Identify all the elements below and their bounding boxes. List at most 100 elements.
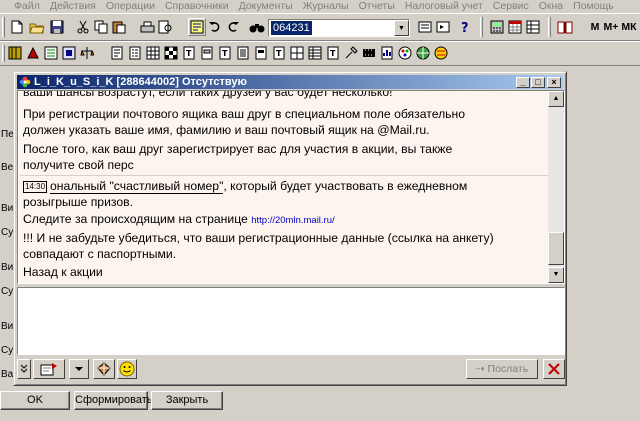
print-preview-icon[interactable] <box>156 18 174 36</box>
undo-icon[interactable] <box>206 18 224 36</box>
report-icon[interactable] <box>108 44 126 62</box>
chevron-down-icon[interactable] <box>69 359 89 379</box>
report-grid-icon[interactable] <box>144 44 162 62</box>
menu-tax[interactable]: Налоговый учет <box>399 0 487 12</box>
close-button[interactable]: Закрыть <box>151 391 223 410</box>
balance-icon[interactable] <box>78 44 96 62</box>
message-separator <box>20 175 548 176</box>
message-type-icon[interactable] <box>33 359 65 379</box>
message-history[interactable]: ваши шансы возрастут, если таких друзей … <box>17 90 565 284</box>
toolbar-grip[interactable] <box>548 17 551 37</box>
save-icon[interactable] <box>48 18 66 36</box>
internet-icon[interactable] <box>432 44 450 62</box>
toolbar-grip[interactable] <box>2 17 5 37</box>
globe-icon[interactable] <box>414 44 432 62</box>
text-doc-3-icon[interactable]: T <box>270 44 288 62</box>
menu-help[interactable]: Помощь <box>567 0 618 12</box>
menu-documents[interactable]: Документы <box>233 0 297 12</box>
calculator-icon[interactable] <box>488 18 506 36</box>
print-icon[interactable] <box>138 18 156 36</box>
message-line: должен указать ваше имя, фамилию и ваш п… <box>23 123 430 137</box>
scroll-thumb[interactable] <box>548 232 564 265</box>
search-next-icon[interactable] <box>434 18 452 36</box>
message-line: Следите за происходящим на странице http… <box>23 212 335 228</box>
calendar-grid-icon[interactable] <box>506 18 524 36</box>
journal-icon[interactable] <box>6 44 24 62</box>
list-doc-icon[interactable] <box>234 44 252 62</box>
message-line: Назад к акции <box>23 265 103 279</box>
open-folder-icon[interactable] <box>28 18 46 36</box>
message-toolbar: ⇢ Послать <box>17 358 565 382</box>
table-icon[interactable] <box>524 18 542 36</box>
chevron-down-icon[interactable]: ▼ <box>394 20 409 36</box>
history-scrollbar[interactable]: ▲ ▼ <box>548 91 564 283</box>
underlined-text: ональный "счастливый номер" <box>50 179 224 194</box>
background-form: Пе Ве Ви Сус Ви Сус Ви Сус Ва <box>0 66 15 386</box>
memory-plus-button[interactable]: М+ <box>602 18 620 36</box>
minimize-icon[interactable]: _ <box>516 77 530 88</box>
book-icon[interactable] <box>556 18 574 36</box>
menu-operations[interactable]: Операции <box>100 0 159 12</box>
gift-icon[interactable] <box>93 359 115 379</box>
binoculars-icon[interactable] <box>248 18 266 36</box>
tool-icon[interactable] <box>342 44 360 62</box>
new-document-icon[interactable] <box>8 18 26 36</box>
scroll-up-icon[interactable]: ▲ <box>548 91 564 107</box>
cut-icon[interactable] <box>74 18 92 36</box>
calendar-icon[interactable] <box>188 18 206 36</box>
menu-reports[interactable]: Отчеты <box>353 0 399 12</box>
svg-text:T: T <box>186 49 192 58</box>
text-doc-2-icon[interactable]: T <box>216 44 234 62</box>
entries-icon[interactable] <box>60 44 78 62</box>
send-button[interactable]: ⇢ Послать <box>466 359 538 379</box>
menu-journals[interactable]: Журналы <box>297 0 353 12</box>
text-doc-icon[interactable]: T <box>180 44 198 62</box>
form-icon[interactable] <box>198 44 216 62</box>
scroll-down-icon[interactable]: ▼ <box>548 267 564 283</box>
send-arrow-icon: ⇢ <box>475 363 488 375</box>
ok-button[interactable]: OK <box>0 391 70 410</box>
toolbar-grip[interactable] <box>480 17 483 37</box>
message-line: 14:30 ональный "счастливый номер", которы… <box>23 179 467 194</box>
message-line: При регистрации почтового ящика ваш друг… <box>23 107 466 121</box>
message-area: ваши шансы возрастут, если таких друзей … <box>19 91 548 283</box>
maximize-icon[interactable]: □ <box>531 77 545 88</box>
message-line: совпадают с паспортными. <box>23 247 177 261</box>
redo-icon[interactable] <box>224 18 242 36</box>
svg-text:T: T <box>276 49 282 58</box>
paste-icon[interactable] <box>110 18 128 36</box>
menu-service[interactable]: Сервис <box>487 0 533 12</box>
menu-actions[interactable]: Действия <box>44 0 100 12</box>
report-list-icon[interactable] <box>126 44 144 62</box>
title-bar[interactable]: L_i_K_u_S_i_K [288644002] Отсутствую _ □… <box>17 75 563 89</box>
search-input[interactable]: 064231 <box>271 21 312 35</box>
palette-icon[interactable] <box>396 44 414 62</box>
menu-windows[interactable]: Окна <box>533 0 567 12</box>
search-options-icon[interactable] <box>416 18 434 36</box>
close-icon[interactable] <box>543 359 565 379</box>
search-combo[interactable]: 064231 ▼ <box>268 19 410 37</box>
copy-icon[interactable] <box>92 18 110 36</box>
menu-file[interactable]: Файл <box>0 0 44 12</box>
smiley-icon[interactable] <box>117 359 137 379</box>
grid-doc-icon[interactable] <box>288 44 306 62</box>
message-line: После того, как ваш друг зарегистрирует … <box>23 142 453 156</box>
text-doc-4-icon[interactable]: T <box>324 44 342 62</box>
operation-icon[interactable] <box>24 44 42 62</box>
promo-link[interactable]: http://20mln.mail.ru/ <box>251 215 334 226</box>
calc-doc-icon[interactable] <box>252 44 270 62</box>
toolbar-grip[interactable] <box>2 45 5 62</box>
film-icon[interactable] <box>360 44 378 62</box>
help-icon[interactable]: ? <box>456 18 474 36</box>
generate-button[interactable]: Сформировать <box>74 391 153 410</box>
accounts-icon[interactable] <box>42 44 60 62</box>
close-icon[interactable]: × <box>547 77 561 88</box>
table-doc-icon[interactable] <box>306 44 324 62</box>
chart-doc-icon[interactable] <box>378 44 396 62</box>
memory-mk-button[interactable]: МК <box>620 18 638 36</box>
more-icon[interactable] <box>17 359 31 379</box>
message-line: получите свой перс <box>23 158 134 172</box>
menu-references[interactable]: Справочники <box>159 0 233 12</box>
message-input[interactable] <box>17 287 565 355</box>
checker-icon[interactable] <box>162 44 180 62</box>
